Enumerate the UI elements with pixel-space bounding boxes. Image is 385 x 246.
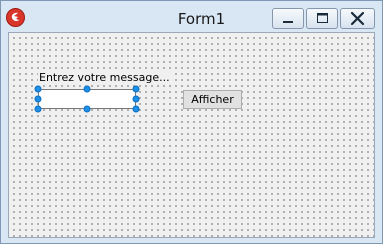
- maximize-icon: [317, 13, 328, 23]
- app-icon[interactable]: [6, 8, 25, 27]
- minimize-button[interactable]: [272, 8, 304, 29]
- display-button[interactable]: Afficher: [183, 90, 242, 109]
- form-window: Form1 Entrez votre message... Afficher: [0, 0, 383, 244]
- maximize-button[interactable]: [306, 8, 338, 29]
- close-icon: [350, 11, 365, 26]
- minimize-icon: [283, 21, 293, 23]
- message-label: Entrez votre message...: [38, 71, 171, 84]
- message-textbox[interactable]: [38, 89, 136, 109]
- title-bar[interactable]: Form1: [1, 1, 382, 31]
- close-button[interactable]: [340, 8, 375, 29]
- form-design-surface[interactable]: Entrez votre message... Afficher: [8, 32, 375, 238]
